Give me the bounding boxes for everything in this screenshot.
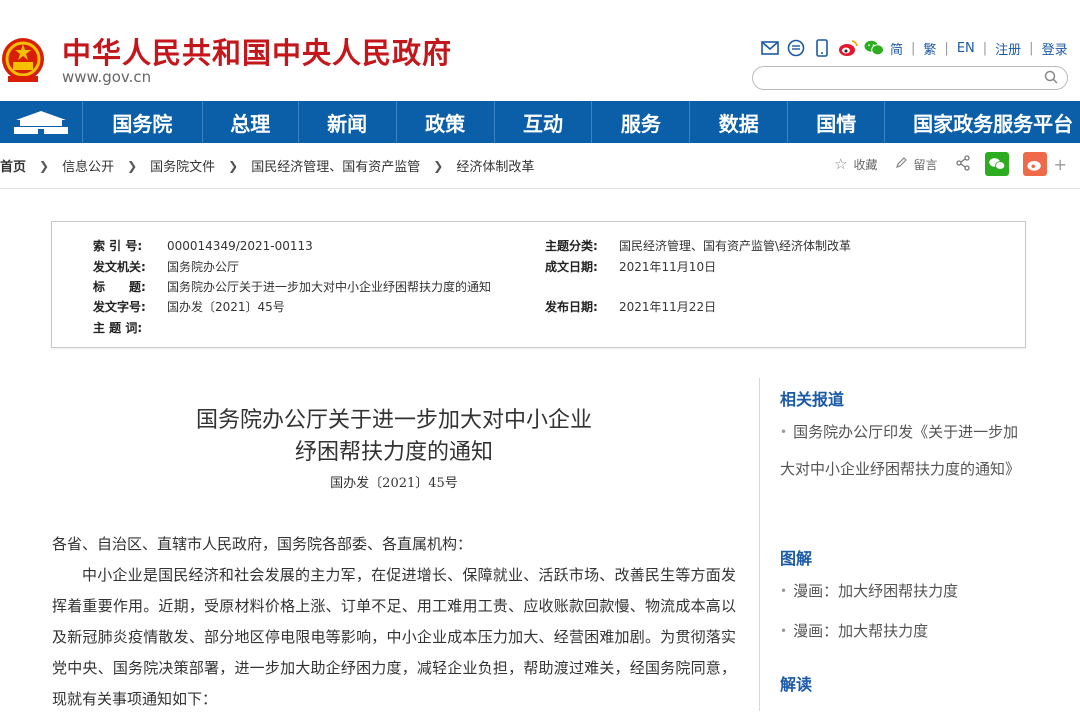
title-label: 标 题: [93, 280, 146, 294]
index-label: 索 引 号: [93, 239, 143, 253]
pencil-icon[interactable] [895, 156, 908, 172]
share-icon[interactable] [955, 154, 971, 174]
weibo-icon[interactable] [838, 38, 858, 58]
bullet-icon: • [780, 425, 788, 439]
breadcrumb-info-disclosure[interactable]: 信息公开 [62, 156, 114, 175]
mail-icon[interactable] [760, 38, 780, 58]
link-english[interactable]: EN [957, 41, 975, 56]
nav-state-council[interactable]: 国务院 [83, 101, 203, 143]
favorite-button[interactable]: 收藏 [853, 156, 877, 173]
written-date-label: 成文日期: [545, 260, 598, 274]
chevron-right-icon: ❯ [127, 158, 138, 173]
national-emblem-icon[interactable] [0, 36, 46, 86]
share-bar: ☆ 收藏 留言 + [834, 152, 1067, 176]
breadcrumb-economic-reform[interactable]: 经济体制改革 [456, 156, 534, 175]
issuer-label: 发文机关: [93, 260, 146, 274]
graphic-link-2[interactable]: • 漫画：加大帮扶力度 [780, 613, 1022, 650]
article-title-line-2: 纾困帮扶力度的通知 [294, 440, 493, 465]
nav-premier[interactable]: 总理 [203, 101, 299, 143]
main-nav: 国务院 总理 新闻 政策 互动 服务 数据 国情 国家政务服务平台 [0, 101, 1080, 143]
document-info-box: 索 引 号: 000014349/2021-00113 发文机关: 国务院办公厅 标… [51, 221, 1026, 348]
star-icon[interactable]: ☆ [834, 155, 847, 173]
related-reports-heading: 相关报道 [780, 390, 845, 409]
nav-data[interactable]: 数据 [690, 101, 789, 143]
breadcrumb-home[interactable]: 首页 [0, 156, 26, 175]
wechat-icon[interactable] [864, 38, 884, 58]
doc-number-label: 发文字号: [93, 300, 146, 314]
utility-bar: 简 | 繁 | EN | 注册 | 登录 [760, 38, 1068, 58]
site-title[interactable]: 中华人民共和国中央人民政府 [62, 30, 452, 72]
bullet-icon: • [780, 624, 788, 638]
title-value: 国务院办公厅关于进一步加大对中小企业纾困帮扶力度的通知 [167, 280, 492, 294]
article-salutation: 各省、自治区、直辖市人民政府，国务院各部委、各直属机构： [52, 535, 473, 553]
graphic-link-1[interactable]: • 漫画：加大纾困帮扶力度 [780, 573, 1022, 610]
graphic-link-text[interactable]: 漫画：加大帮扶力度 [793, 622, 928, 640]
issuer-value: 国务院办公厅 [167, 260, 240, 274]
written-date-value: 2021年11月10日 [619, 260, 717, 274]
article-title: 国务院办公厅关于进一步加大对中小企业 纾困帮扶力度的通知 [52, 405, 736, 469]
mobile-icon[interactable] [812, 38, 832, 58]
interpretation-heading: 解读 [780, 675, 813, 694]
index-value: 000014349/2021-00113 [167, 239, 313, 253]
nav-news[interactable]: 新闻 [299, 101, 397, 143]
chevron-right-icon: ❯ [39, 158, 50, 173]
link-simplified[interactable]: 简 [890, 39, 903, 58]
chevron-right-icon: ❯ [228, 158, 239, 173]
wechat-share-icon[interactable] [985, 152, 1010, 176]
nav-national-info[interactable]: 国情 [788, 101, 886, 143]
article-doc-number: 国办发〔2021〕45号 [330, 476, 458, 491]
bullet-icon: • [780, 584, 788, 598]
graphics-heading: 图解 [780, 549, 813, 568]
weibo-share-icon[interactable] [1023, 152, 1048, 176]
breadcrumb-economic-management[interactable]: 国民经济管理、国有资产监管 [251, 156, 420, 175]
topic-label: 主题分类: [545, 239, 598, 253]
article-paragraph: 中小企业是国民经济和社会发展的主力军，在促进增长、保障就业、活跃市场、改善民生等… [52, 566, 736, 708]
nav-services[interactable]: 服务 [592, 101, 691, 143]
graphic-link-text[interactable]: 漫画：加大纾困帮扶力度 [793, 582, 958, 600]
comment-button[interactable]: 留言 [913, 156, 937, 173]
search-icon[interactable] [1043, 69, 1059, 85]
breadcrumb: 首页 ❯ 信息公开 ❯ 国务院文件 ❯ 国民经济管理、国有资产监管 ❯ 经济体制… [0, 156, 534, 176]
keywords-label: 主 题 词: [93, 321, 143, 335]
link-traditional[interactable]: 繁 [923, 39, 936, 58]
site-url: www.gov.cn [62, 68, 152, 86]
nav-policy[interactable]: 政策 [397, 101, 495, 143]
publish-date-label: 发布日期: [545, 300, 598, 314]
breadcrumb-state-council-docs[interactable]: 国务院文件 [150, 156, 215, 175]
nav-interaction[interactable]: 互动 [495, 101, 593, 143]
tiananmen-logo-icon[interactable] [0, 101, 83, 143]
link-login[interactable]: 登录 [1042, 39, 1068, 58]
article-body: 各省、自治区、直辖市人民政府，国务院各部委、各直属机构： 中小企业是国民经济和社… [52, 529, 736, 715]
breadcrumb-divider [0, 188, 1080, 189]
related-report-text[interactable]: 国务院办公厅印发《关于进一步加大对中小企业纾困帮扶力度的通知》 [780, 423, 1020, 478]
nav-gov-service-platform[interactable]: 国家政务服务平台 [885, 101, 1080, 143]
search-input[interactable] [752, 66, 1068, 90]
sidebar-divider [759, 378, 760, 711]
link-register[interactable]: 注册 [995, 39, 1021, 58]
more-share-button[interactable]: + [1053, 155, 1066, 174]
chevron-right-icon: ❯ [433, 158, 444, 173]
article-title-line-1: 国务院办公厅关于进一步加大对中小企业 [195, 408, 592, 433]
related-report-link[interactable]: • 国务院办公厅印发《关于进一步加大对中小企业纾困帮扶力度的通知》 [780, 414, 1022, 488]
topic-value: 国民经济管理、国有资产监管\经济体制改革 [619, 239, 852, 253]
doc-number-value: 国办发〔2021〕45号 [167, 300, 285, 314]
chat-bubble-icon[interactable] [786, 38, 806, 58]
publish-date-value: 2021年11月22日 [619, 300, 717, 314]
